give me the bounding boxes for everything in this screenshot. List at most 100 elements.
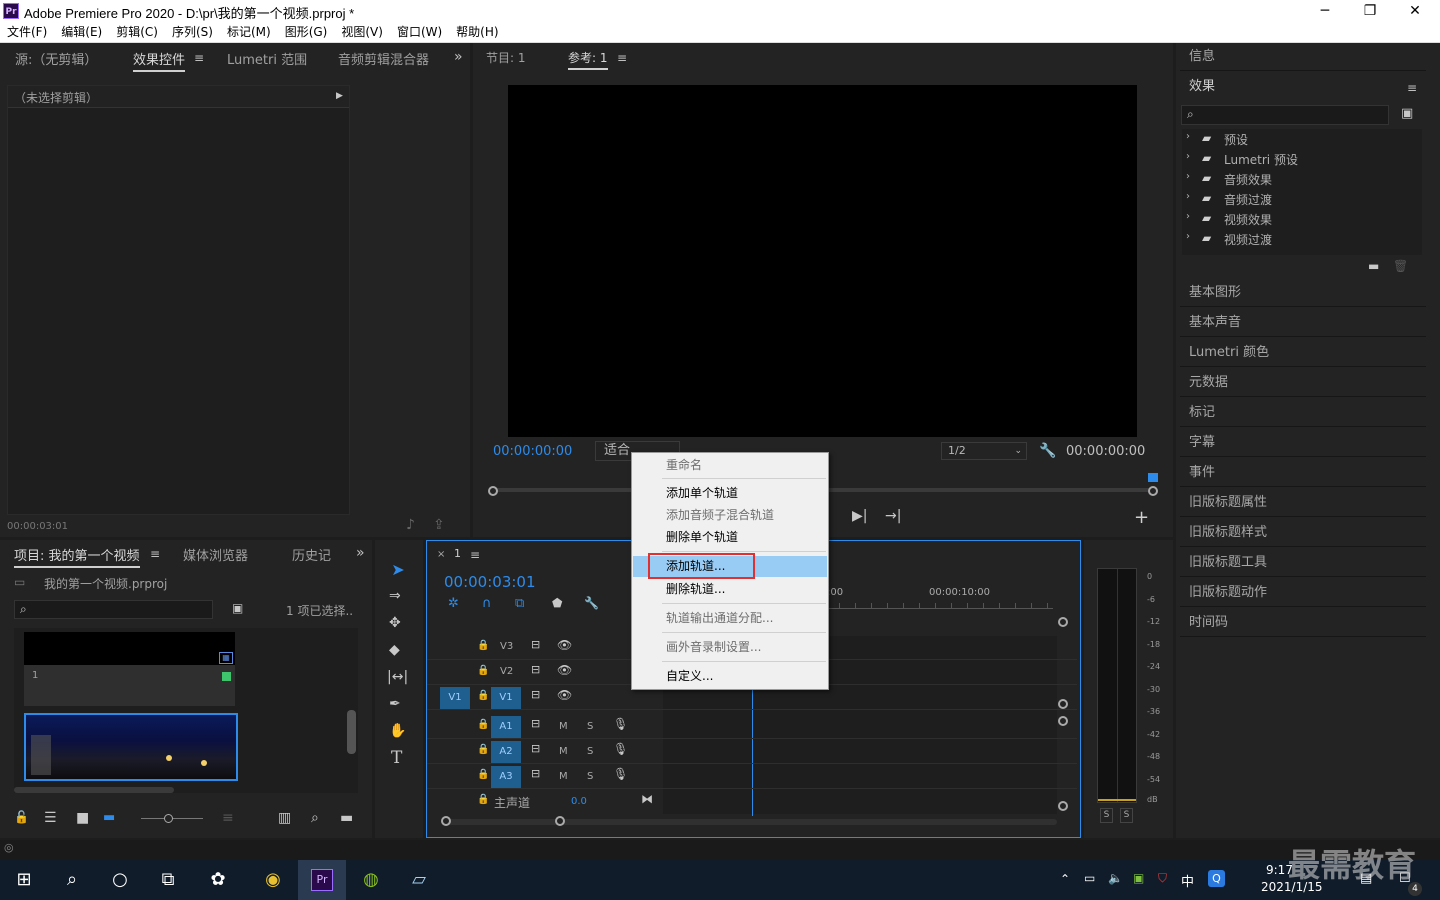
timeline-timecode[interactable]: 00:00:03:01 <box>444 573 536 591</box>
cortana-icon[interactable]: ○ <box>96 860 144 900</box>
type-tool-icon[interactable]: T <box>391 748 402 768</box>
tab-media-browser[interactable]: 媒体浏览器 <box>183 545 248 564</box>
a-scroll-handle-bottom[interactable] <box>1058 801 1068 811</box>
track-lock-icon[interactable]: 🔒 <box>477 769 489 780</box>
panel-menu-icon[interactable]: ≡ <box>150 547 160 561</box>
export-icon[interactable]: ⇪ <box>433 517 445 533</box>
nest-icon[interactable]: ✲ <box>448 596 459 611</box>
tab-project[interactable]: 项目: 我的第一个视频 <box>14 545 140 568</box>
menu-item-delete-single-track[interactable]: 删除单个轨道 <box>633 527 827 548</box>
find-icon[interactable]: ⌕ <box>311 810 319 826</box>
new-bin-from-search-icon[interactable]: ▣ <box>232 601 243 615</box>
menu-help[interactable]: 帮助(H) <box>449 23 505 42</box>
chrome-icon[interactable]: ◉ <box>249 860 297 900</box>
scrub-end-handle[interactable] <box>1148 486 1158 496</box>
track-lock-icon[interactable]: 🔒 <box>477 690 489 701</box>
minimize-button[interactable]: ─ <box>1302 0 1348 23</box>
menu-marker[interactable]: 标记(M) <box>220 23 278 42</box>
add-marker-icon[interactable]: ⬟ <box>552 596 562 610</box>
track-eye-icon[interactable]: 👁 <box>557 663 572 677</box>
panel-legacy-title-styles[interactable]: 旧版标题样式 <box>1180 518 1426 547</box>
go-to-out-icon[interactable]: →| <box>885 508 901 524</box>
panel-legacy-title-tools[interactable]: 旧版标题工具 <box>1180 548 1426 577</box>
meter-solo-left[interactable]: S <box>1100 808 1113 823</box>
h-scroll-handle-left[interactable] <box>441 816 451 826</box>
sync-lock-icon[interactable]: ⊟ <box>531 663 540 676</box>
slip-tool-icon[interactable]: |↔| <box>387 669 408 685</box>
track-lock-icon[interactable]: 🔒 <box>477 744 489 755</box>
effect-folder-video-effects[interactable]: › ▰ 视频效果 <box>1182 211 1422 231</box>
program-timecode-current[interactable]: 00:00:00:00 <box>493 444 572 459</box>
pen-tool-icon[interactable]: ✒ <box>389 696 401 712</box>
sequence-tab[interactable]: 1 <box>454 547 461 560</box>
resolution-dropdown[interactable]: 1/2 ⌄ <box>941 442 1027 460</box>
track-label-v1[interactable]: V1 <box>491 687 521 709</box>
panel-events[interactable]: 事件 <box>1180 458 1426 487</box>
sync-lock-icon[interactable]: ⊟ <box>531 717 540 730</box>
maximize-button[interactable]: ❐ <box>1347 0 1393 23</box>
tab-audio-clip-mixer[interactable]: 音频剪辑混合器 <box>338 49 429 68</box>
menu-graphics[interactable]: 图形(G) <box>278 23 335 42</box>
menu-item-customize[interactable]: 自定义... <box>633 666 827 687</box>
voiceover-mic-icon[interactable]: 🎙 <box>613 742 628 756</box>
tab-effect-controls[interactable]: 效果控件 <box>133 49 186 72</box>
menu-item-delete-tracks[interactable]: 删除轨道... <box>633 579 827 600</box>
new-custom-bin-icon[interactable]: ▣ <box>1401 106 1413 121</box>
solo-button[interactable]: S <box>587 771 593 782</box>
timeline-settings-wrench-icon[interactable]: 🔧 <box>584 596 599 610</box>
effect-folder-video-transitions[interactable]: › ▰ 视频过渡 <box>1182 231 1422 251</box>
selection-tool-icon[interactable]: ➤ <box>387 560 409 582</box>
track-lock-icon[interactable]: 🔒 <box>477 794 489 805</box>
volume-icon[interactable]: 🔈 <box>1108 871 1123 885</box>
panel-legacy-title-properties[interactable]: 旧版标题属性 <box>1180 488 1426 517</box>
tab-source[interactable]: 源:（无剪辑） <box>15 49 97 68</box>
tab-program[interactable]: 节目: 1 <box>486 49 526 66</box>
notepad-icon[interactable]: ▱ <box>395 860 443 900</box>
effect-folder-lumetri[interactable]: › ▰ Lumetri 预设 <box>1182 151 1422 171</box>
menu-edit[interactable]: 编辑(E) <box>54 23 109 42</box>
tab-history[interactable]: 历史记 <box>292 545 331 564</box>
solo-button[interactable]: S <box>587 746 593 757</box>
panel-markers[interactable]: 标记 <box>1180 398 1426 427</box>
h-scroll-handle-right[interactable] <box>555 816 565 826</box>
security-shield-icon[interactable]: ⛉ <box>1158 871 1167 886</box>
close-button[interactable]: ✕ <box>1392 0 1438 23</box>
video-clip-thumbnail[interactable] <box>24 713 238 781</box>
windows-start-icon[interactable]: ⊞ <box>0 860 48 900</box>
panel-metadata[interactable]: 元数据 <box>1180 368 1426 397</box>
mute-button[interactable]: M <box>559 771 568 782</box>
menu-sequence[interactable]: 序列(S) <box>165 23 220 42</box>
panel-timecode[interactable]: 时间码 <box>1180 608 1426 637</box>
nvidia-icon[interactable]: ▣ <box>1133 871 1144 885</box>
panel-menu-icon[interactable]: ≡ <box>470 548 480 562</box>
effects-search-input[interactable]: ⌕ <box>1181 105 1389 125</box>
tab-lumetri-scopes[interactable]: Lumetri 范围 <box>227 49 307 68</box>
playhead-marker[interactable] <box>1148 473 1158 482</box>
voiceover-mic-icon[interactable]: 🎙 <box>613 767 628 781</box>
track-eye-icon[interactable]: 👁 <box>557 688 572 702</box>
track-label-a2[interactable]: A2 <box>491 741 521 763</box>
qq-icon[interactable]: Q <box>1208 870 1225 887</box>
zoom-slider-handle[interactable] <box>164 814 173 823</box>
hand-tool-icon[interactable]: ✋ <box>389 723 406 739</box>
search-icon[interactable]: ⌕ <box>48 860 96 900</box>
menu-item-track-output-assignment[interactable]: 轨道输出通道分配... <box>633 608 827 629</box>
panel-essential-sound[interactable]: 基本声音 <box>1180 308 1426 337</box>
project-scrollbar[interactable] <box>347 710 356 754</box>
sync-lock-icon[interactable]: ⊟ <box>531 767 540 780</box>
menu-view[interactable]: 视图(V) <box>334 23 390 42</box>
pinwheel-app-icon[interactable]: ✿ <box>194 860 242 900</box>
close-sequence-icon[interactable]: × <box>437 549 445 560</box>
menu-file[interactable]: 文件(F) <box>0 23 54 42</box>
list-view-icon[interactable]: ☰ <box>44 810 57 826</box>
track-label-a1[interactable]: A1 <box>491 716 521 738</box>
chevron-right-icon[interactable]: » <box>454 49 463 65</box>
effect-folder-presets[interactable]: › ▰ 预设 <box>1182 131 1422 151</box>
premiere-taskbar-icon[interactable]: Pr <box>298 860 346 900</box>
panel-captions[interactable]: 字幕 <box>1180 428 1426 457</box>
ripple-edit-tool-icon[interactable]: ✥ <box>389 615 401 631</box>
task-view-icon[interactable]: ⧉ <box>144 860 192 900</box>
project-search-input[interactable]: ⌕ <box>14 600 213 619</box>
source-patch-v1[interactable]: V1 <box>440 687 470 709</box>
audio-note-icon[interactable]: ♪ <box>406 517 415 533</box>
